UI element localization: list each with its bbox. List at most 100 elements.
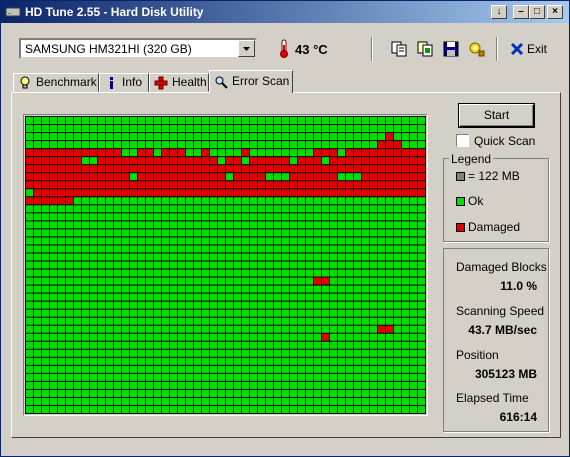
ok-block [210, 397, 217, 405]
ok-block [258, 405, 265, 413]
ok-block [394, 357, 401, 365]
ok-block [178, 205, 185, 213]
damaged-block [146, 157, 153, 165]
ok-block [106, 277, 113, 285]
close-button[interactable]: × [547, 5, 563, 19]
ok-block [34, 381, 41, 389]
ok-block [26, 133, 33, 141]
damaged-block [34, 197, 41, 205]
ok-block [306, 309, 313, 317]
tab-benchmark[interactable]: Benchmark [13, 73, 99, 92]
drive-dropdown-button[interactable] [238, 40, 255, 57]
damaged-block [314, 277, 321, 285]
ok-block [258, 117, 265, 125]
damaged-block [386, 149, 393, 157]
damaged-block [394, 165, 401, 173]
ok-block [394, 341, 401, 349]
ok-block [194, 269, 201, 277]
ok-block [218, 365, 225, 373]
damaged-block [34, 157, 41, 165]
ok-block [202, 293, 209, 301]
ok-block [218, 125, 225, 133]
damaged-block [218, 173, 225, 181]
ok-block [50, 141, 57, 149]
ok-block [170, 133, 177, 141]
close-icon [510, 42, 524, 56]
ok-block [346, 293, 353, 301]
ok-block [42, 237, 49, 245]
tab-error-scan[interactable]: Error Scan [209, 70, 293, 93]
ok-block [90, 389, 97, 397]
ok-block [306, 229, 313, 237]
ok-block [50, 397, 57, 405]
ok-block [298, 213, 305, 221]
damaged-block [242, 181, 249, 189]
ok-block [42, 405, 49, 413]
copy-icon[interactable] [389, 39, 409, 59]
damaged-block [154, 157, 161, 165]
ok-block [378, 253, 385, 261]
ok-block [74, 341, 81, 349]
quick-scan-checkbox[interactable] [456, 134, 469, 147]
tab-info[interactable]: Info [99, 73, 149, 92]
ok-block [154, 117, 161, 125]
ok-block [50, 229, 57, 237]
ok-block [266, 373, 273, 381]
title-bar[interactable]: HD Tune 2.55 - Hard Disk Utility ↓ – □ × [1, 1, 569, 23]
minimize-button[interactable]: – [513, 5, 529, 19]
damaged-block [26, 197, 33, 205]
ok-block [354, 309, 361, 317]
ok-block [202, 381, 209, 389]
ok-block [338, 173, 345, 181]
damaged-block [82, 189, 89, 197]
ok-block [162, 125, 169, 133]
ok-block [314, 373, 321, 381]
damaged-block [378, 189, 385, 197]
menu-arrow-button[interactable]: ↓ [491, 5, 507, 19]
ok-block [178, 117, 185, 125]
tab-health[interactable]: Health [149, 73, 209, 92]
ok-block [354, 349, 361, 357]
ok-block [330, 373, 337, 381]
ok-block [402, 221, 409, 229]
ok-block [250, 229, 257, 237]
ok-block [250, 285, 257, 293]
options-icon[interactable] [467, 39, 487, 59]
ok-block [338, 405, 345, 413]
damaged-block [90, 181, 97, 189]
start-button[interactable]: Start [458, 103, 535, 128]
ok-block [250, 389, 257, 397]
damaged-block [42, 189, 49, 197]
ok-block [122, 261, 129, 269]
exit-button[interactable]: Exit [506, 40, 556, 58]
ok-block [106, 141, 113, 149]
ok-block [90, 237, 97, 245]
ok-block [226, 269, 233, 277]
ok-block [242, 341, 249, 349]
ok-block [338, 197, 345, 205]
ok-block [394, 365, 401, 373]
ok-block [194, 133, 201, 141]
ok-block [58, 365, 65, 373]
ok-block [290, 197, 297, 205]
ok-block [114, 205, 121, 213]
ok-block [218, 269, 225, 277]
ok-block [34, 125, 41, 133]
ok-block [82, 197, 89, 205]
damaged-block [346, 181, 353, 189]
ok-block [50, 285, 57, 293]
damaged-block [74, 181, 81, 189]
ok-block [194, 373, 201, 381]
maximize-button[interactable]: □ [529, 5, 545, 19]
save-icon[interactable] [441, 39, 461, 59]
damaged-block [170, 149, 177, 157]
ok-block [186, 325, 193, 333]
drive-select[interactable]: SAMSUNG HM321HI (320 GB) [19, 38, 257, 59]
ok-block [66, 245, 73, 253]
ok-block [114, 301, 121, 309]
ok-block [50, 389, 57, 397]
damaged-block [202, 157, 209, 165]
ok-block [154, 125, 161, 133]
ok-block [290, 237, 297, 245]
copy-all-icon[interactable] [415, 39, 435, 59]
